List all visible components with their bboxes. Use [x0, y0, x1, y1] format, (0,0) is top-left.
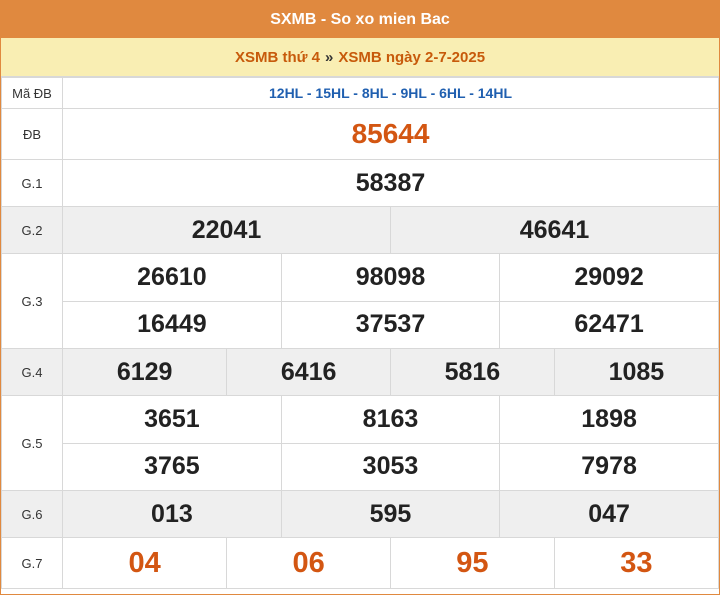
code-label: Mã ĐB: [1, 77, 63, 109]
prize-g5-number: 3651: [144, 404, 200, 433]
prize-label-g2: G.2: [1, 206, 63, 254]
breadcrumb-separator: »: [324, 48, 334, 66]
prize-g4-number: 6129: [63, 349, 227, 395]
prize-g3-number: 29092: [499, 254, 718, 301]
prize-g3-number: 37537: [280, 300, 500, 348]
table-row-g7: G.7 04 06 95 33: [1, 537, 719, 589]
panel-subtitle: XSMB thứ 4 » XSMB ngày 2-7-2025: [1, 38, 719, 77]
special-prize-number: 85644: [62, 108, 719, 160]
weekday-link[interactable]: XSMB thứ 4: [235, 49, 320, 66]
prize-g1-number: 58387: [62, 159, 719, 207]
prize-g4-number: 5816: [390, 349, 555, 395]
prize-g3-number: 16449: [63, 300, 282, 348]
prize-g7-number: 06: [226, 538, 391, 588]
table-row-g3: G.3 26610 98098 29092 16449 37537 62471: [1, 253, 719, 349]
results-panel: SXMB - So xo mien Bac XSMB thứ 4 » XSMB …: [0, 0, 720, 595]
table-row-g2: G.2 22041 46641: [1, 206, 719, 254]
panel-title: SXMB - So xo mien Bac: [1, 1, 719, 38]
prize-g6-number: 013: [63, 491, 282, 537]
prize-g7-number: 04: [128, 546, 161, 579]
prize-g7-number: 95: [390, 538, 555, 588]
prize-g5-number: 7978: [499, 442, 718, 490]
prize-label-g3: G.3: [1, 253, 63, 349]
prize-g5-number: 8163: [280, 396, 500, 443]
table-row-g6: G.6 013 595 047: [1, 490, 719, 538]
prize-g2-number: 46641: [390, 207, 718, 253]
prize-g6-number: 047: [499, 491, 718, 537]
prize-label-db: ĐB: [1, 108, 63, 160]
prize-label-g5: G.5: [1, 395, 63, 491]
table-row-g1: G.1 58387: [1, 159, 719, 207]
prize-label-g4: G.4: [1, 348, 63, 396]
prize-g6-number: 595: [280, 491, 500, 537]
table-row-code: Mã ĐB 12HL - 15HL - 8HL - 9HL - 6HL - 14…: [1, 77, 719, 109]
results-table: Mã ĐB 12HL - 15HL - 8HL - 9HL - 6HL - 14…: [1, 77, 719, 589]
prize-g5-number: 3765: [63, 442, 282, 490]
prize-g5-number: 3053: [280, 442, 500, 490]
prize-g5-number: 1898: [499, 396, 718, 443]
prize-g2-number: 22041: [63, 207, 391, 253]
prize-label-g1: G.1: [1, 159, 63, 207]
special-codes: 12HL - 15HL - 8HL - 9HL - 6HL - 14HL: [62, 77, 719, 109]
prize-g3-number: 26610: [137, 262, 207, 291]
prize-g3-number: 98098: [280, 254, 500, 301]
table-row-g4: G.4 6129 6416 5816 1085: [1, 348, 719, 396]
prize-label-g6: G.6: [1, 490, 63, 538]
prize-g3-number: 62471: [499, 300, 718, 348]
prize-g4-number: 1085: [553, 349, 718, 395]
table-row-db: ĐB 85644: [1, 108, 719, 160]
prize-g7-number: 33: [553, 538, 718, 588]
prize-g4-number: 6416: [226, 349, 391, 395]
prize-label-g7: G.7: [1, 537, 63, 589]
date-link[interactable]: XSMB ngày 2-7-2025: [338, 49, 485, 66]
table-row-g5: G.5 3651 8163 1898 3765 3053 7978: [1, 395, 719, 491]
